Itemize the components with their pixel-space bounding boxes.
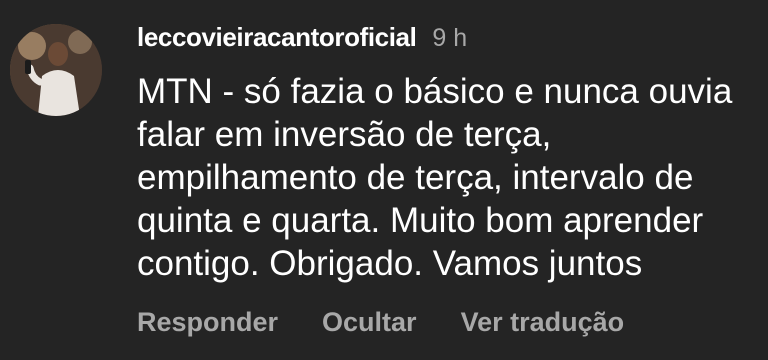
- profile-photo-icon: [10, 24, 102, 116]
- hide-button[interactable]: Ocultar: [322, 307, 417, 338]
- comment-text: MTN - só fazia o básico e nunca ouvia fa…: [137, 72, 733, 283]
- timestamp: 9 h: [432, 24, 468, 52]
- comment-item: leccovieiracantoroficial 9 h MTN - só fa…: [0, 0, 768, 360]
- reply-button[interactable]: Responder: [137, 307, 278, 338]
- comment-actions: Responder Ocultar Ver tradução: [137, 307, 624, 338]
- see-translation-button[interactable]: Ver tradução: [461, 307, 625, 338]
- username[interactable]: leccovieiracantoroficial: [137, 22, 417, 53]
- avatar[interactable]: [10, 24, 102, 116]
- comment-content: leccovieiracantoroficial 9 h MTN - só fa…: [137, 22, 760, 285]
- comment-header: leccovieiracantoroficial 9 h: [137, 22, 760, 60]
